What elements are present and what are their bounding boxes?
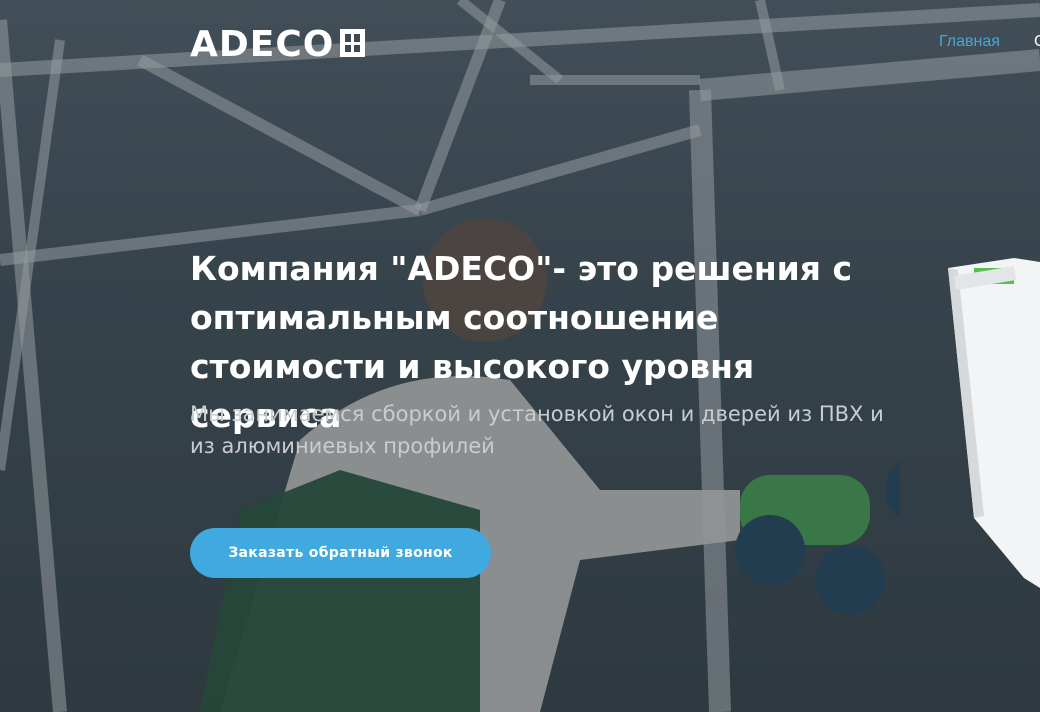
hero-subtext: Мы занимаемся сборкой и установкой окон … <box>190 402 884 458</box>
logo-window-icon <box>340 29 365 57</box>
callback-request-button[interactable]: Заказать обратный звонок <box>190 528 491 578</box>
window-profile-image <box>948 258 1040 588</box>
logo-text: ADECO <box>190 26 334 60</box>
logo[interactable]: ADECO <box>190 26 366 60</box>
nav-next-link-partial[interactable]: С <box>1034 33 1040 51</box>
nav-home-link[interactable]: Главная <box>939 33 1000 51</box>
